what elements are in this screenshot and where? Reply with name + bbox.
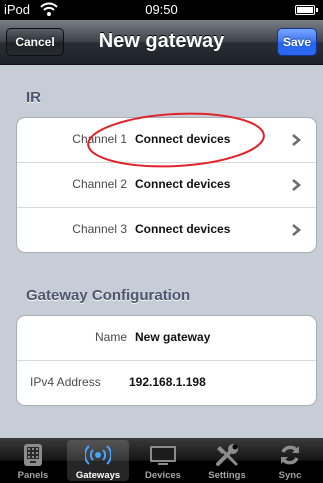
ir-channel-group: Channel 1 Connect devices Channel 2 Conn… [16,117,317,253]
tab-devices[interactable]: Devices [132,440,194,481]
panels-icon [24,444,42,466]
battery-icon [295,5,318,15]
devices-icon [150,446,176,465]
gateway-configuration-group: Name New gateway IPv4 Address 192.168.1.… [16,315,317,406]
channel-value: Connect devices [135,132,231,146]
channel-label: Channel 3 [72,222,127,236]
tab-label: Panels [17,470,49,481]
channel-value: Connect devices [135,177,231,191]
tab-settings[interactable]: Settings [196,440,258,481]
settings-content: IR Channel 1 Connect devices Channel 2 C… [0,65,323,438]
chevron-right-icon [292,179,302,191]
channel-row-3[interactable]: Channel 3 Connect devices [17,207,316,252]
settings-icon [216,444,238,466]
tab-bar: Panels Gateways Devices Settings Sync [0,438,323,483]
channel-label: Channel 1 [72,132,127,146]
sync-icon [281,445,299,465]
name-label: Name [94,330,127,344]
section-header-ir: IR [26,89,41,106]
name-value: New gateway [135,330,211,344]
tab-panels[interactable]: Panels [2,440,64,481]
ipv4-address-label: IPv4 Address [30,375,101,389]
ipv4-address-value: 192.168.1.198 [129,375,206,389]
tab-label: Devices [145,470,181,481]
navigation-bar: Cancel New gateway Save [0,20,323,65]
tab-label: Gateways [75,470,121,481]
status-bar: iPod 09:50 [0,0,323,20]
section-header-gateway-configuration: Gateway Configuration [26,287,191,304]
channel-label: Channel 2 [72,177,127,191]
chevron-right-icon [292,224,302,236]
channel-value: Connect devices [135,222,231,236]
page-title: New gateway [98,30,225,52]
tab-sync[interactable]: Sync [259,440,321,481]
tab-label: Settings [208,470,246,481]
name-row[interactable]: Name New gateway [17,316,316,360]
tab-label: Sync [278,470,302,481]
channel-row-1[interactable]: Channel 1 Connect devices [17,118,316,162]
ipv4-address-row[interactable]: IPv4 Address 192.168.1.198 [17,360,316,405]
clock: 09:50 [145,2,178,17]
chevron-right-icon [292,134,302,146]
channel-row-2[interactable]: Channel 2 Connect devices [17,162,316,207]
save-button[interactable]: Save [277,28,317,56]
tab-gateways[interactable]: Gateways [67,440,129,481]
gateway-icon [85,445,111,465]
